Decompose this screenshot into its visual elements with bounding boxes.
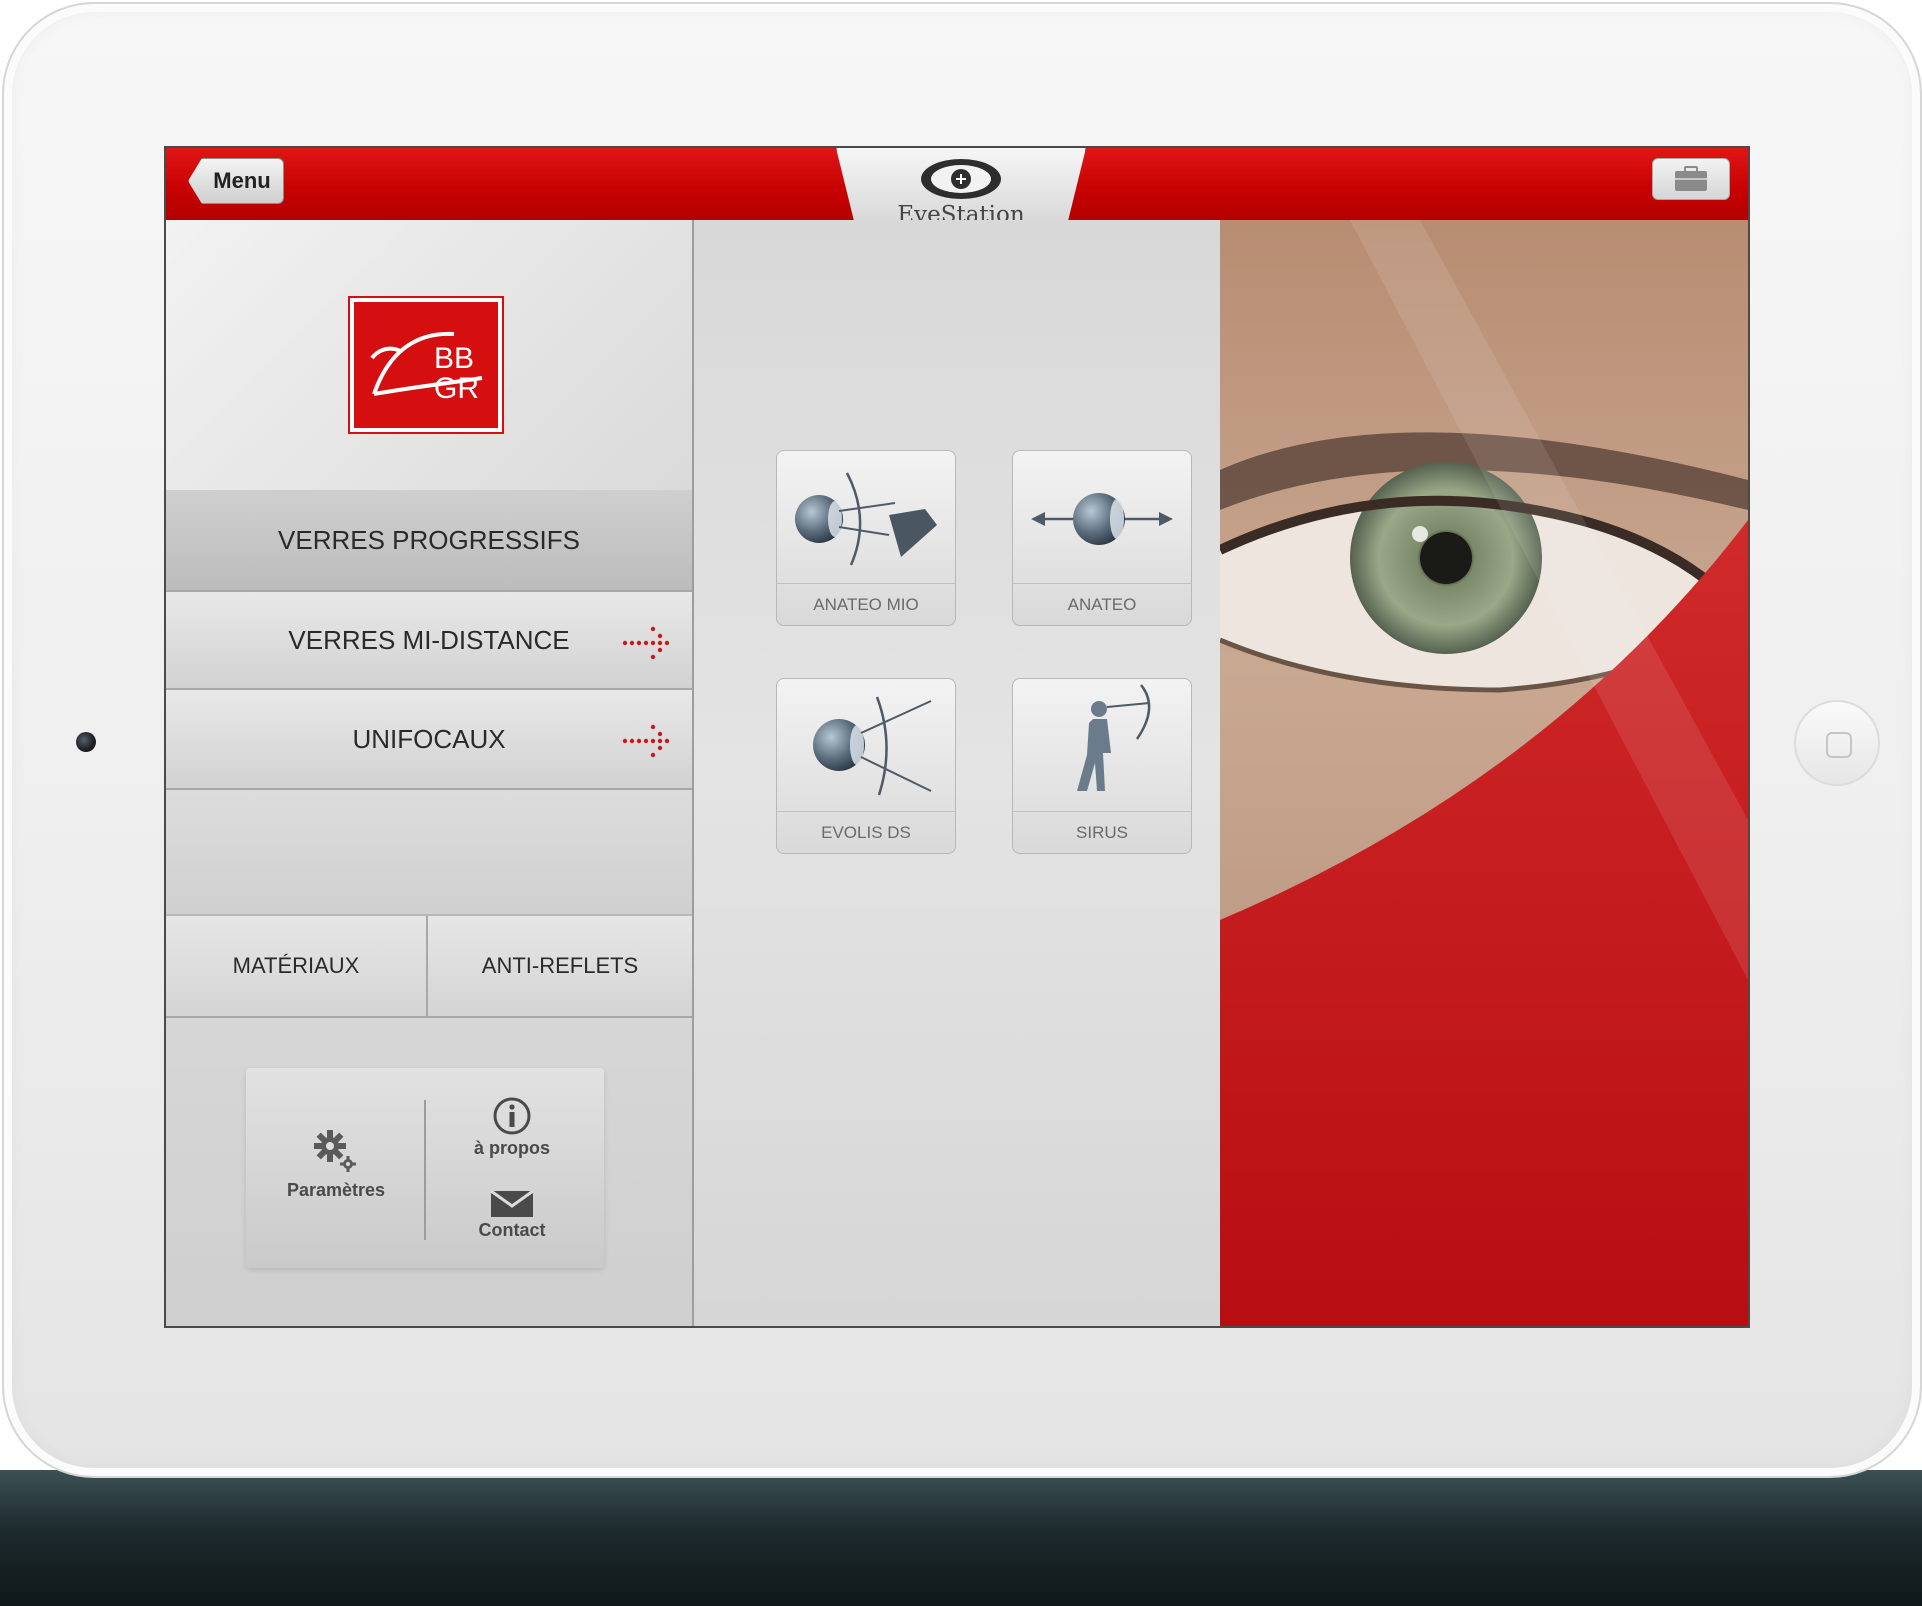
product-evolis-ds[interactable]: EVOLIS DS (776, 678, 956, 854)
product-anateo-mio[interactable]: ANATEO MIO (776, 450, 956, 626)
settings-button[interactable]: Paramètres (270, 1128, 402, 1201)
eye-photo (1220, 220, 1748, 1326)
lens-eye-curve-icon (813, 696, 932, 796)
nav-item-unifocaux[interactable]: UNIFOCAUX (166, 690, 692, 790)
nav-item-label: UNIFOCAUX (352, 723, 506, 754)
logo-area: BB GR (166, 220, 692, 492)
walking-person-icon (1077, 684, 1151, 791)
nav-item-label: VERRES PROGRESSIFS (278, 524, 580, 555)
briefcase-icon (1675, 166, 1707, 191)
product-label: SIRUS (1013, 811, 1191, 854)
dotted-arrow-icon (622, 724, 670, 758)
product-label: ANATEO (1013, 583, 1191, 626)
app-screen: Menu EyeStation BB GR VERRES PROGRESSIFS… (166, 148, 1748, 1326)
svg-text:BB: BB (434, 342, 474, 375)
materiaux-label: MATÉRIAUX (232, 953, 360, 978)
left-navigation: BB GR VERRES PROGRESSIFS VERRES MI-DISTA… (166, 220, 694, 1326)
home-button[interactable] (1794, 700, 1880, 786)
anti-reflets-label: ANTI-REFLETS (481, 953, 639, 978)
empty-row (166, 792, 692, 914)
product-label: ANATEO MIO (777, 583, 955, 626)
materiaux-button[interactable]: MATÉRIAUX (166, 916, 428, 1016)
contact-label: Contact (478, 1220, 546, 1240)
info-icon (493, 1097, 531, 1135)
product-label: EVOLIS DS (777, 811, 955, 854)
hero-image (1220, 220, 1748, 1326)
nav-item-verres-progressifs[interactable]: VERRES PROGRESSIFS (166, 490, 692, 590)
about-label: à propos (473, 1138, 550, 1158)
product-sirus[interactable]: SIRUS (1012, 678, 1192, 854)
eye-logo-icon (921, 159, 1001, 199)
menu-button[interactable]: Menu (188, 158, 284, 204)
anti-reflets-button[interactable]: ANTI-REFLETS (428, 916, 692, 1016)
product-grid: ANATEO MIO ANATEO EVOLIS DS SIRUS (694, 220, 1220, 1326)
svg-text:GR: GR (434, 372, 479, 405)
product-anateo[interactable]: ANATEO (1012, 450, 1192, 626)
envelope-icon (490, 1190, 534, 1217)
about-button[interactable]: à propos (440, 1096, 584, 1159)
dotted-arrow-icon (622, 626, 670, 660)
contact-button[interactable]: Contact (440, 1190, 584, 1241)
camera-icon (76, 732, 96, 752)
menu-button-label: Menu (213, 168, 271, 193)
lens-eye-arrows-icon (1031, 493, 1173, 545)
settings-label: Paramètres (286, 1180, 386, 1200)
lens-eye-book-icon (795, 472, 937, 566)
secondary-nav: MATÉRIAUX ANTI-REFLETS (166, 914, 692, 1018)
nav-item-label: VERRES MI-DISTANCE (288, 624, 570, 655)
bbgr-logo: BB GR (348, 296, 504, 434)
footer-panel: Paramètres à propos Contact (246, 1068, 604, 1268)
reflection-floor (0, 1470, 1922, 1606)
footer-divider (424, 1100, 426, 1240)
nav-item-verres-mi-distance[interactable]: VERRES MI-DISTANCE (166, 590, 692, 690)
gear-icon (314, 1130, 356, 1172)
toolbox-button[interactable] (1652, 158, 1730, 200)
